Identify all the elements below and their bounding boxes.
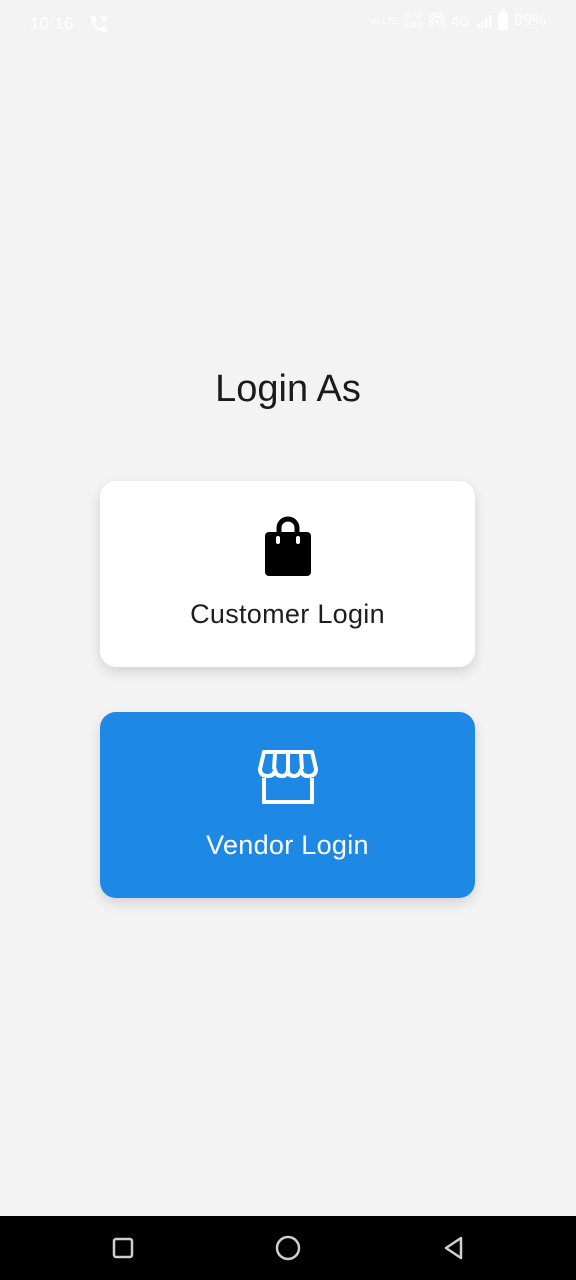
- storefront-icon: [256, 746, 320, 810]
- customer-login-button[interactable]: Customer Login: [100, 481, 475, 667]
- status-indicators: Vo LTE 0.00 KB/s 4G 99%: [369, 9, 546, 30]
- network-type: 4G: [451, 13, 470, 29]
- status-bar: 10:16 Vo LTE 0.00 KB/s 4G 99%: [0, 0, 576, 50]
- signal-icon: [476, 13, 492, 29]
- vendor-login-button[interactable]: Vendor Login: [100, 712, 475, 898]
- home-button[interactable]: [272, 1232, 304, 1264]
- system-nav-bar: [0, 1216, 576, 1280]
- battery-percent: 99%: [513, 12, 546, 29]
- page-title: Login As: [215, 368, 361, 410]
- recent-apps-button[interactable]: [107, 1232, 139, 1264]
- network-speed: 0.00 KB/s: [404, 12, 423, 30]
- battery-icon: [497, 9, 508, 30]
- back-button[interactable]: [438, 1232, 470, 1264]
- customer-login-label: Customer Login: [190, 599, 385, 629]
- vendor-login-label: Vendor Login: [206, 830, 369, 860]
- status-time: 10:16: [30, 14, 74, 33]
- wifi-call-icon: [88, 13, 110, 35]
- shopping-bag-icon: [256, 515, 320, 579]
- speed-unit: KB/s: [404, 20, 424, 30]
- volte-indicator: Vo LTE: [369, 15, 399, 26]
- hotspot-icon: [429, 13, 446, 29]
